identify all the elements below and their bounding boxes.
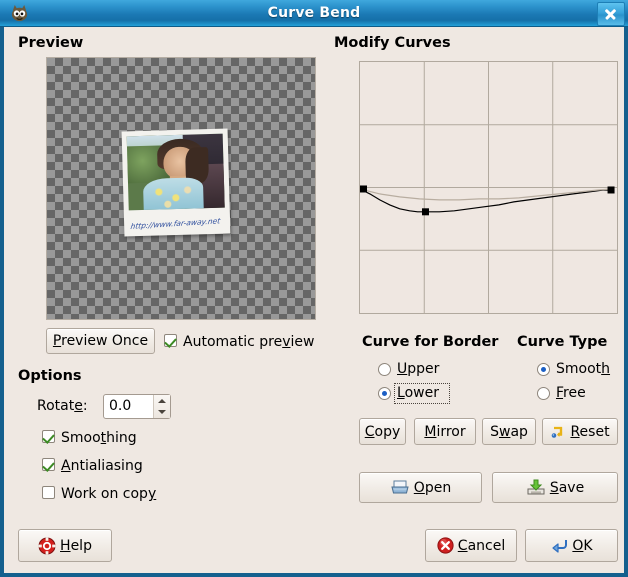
smoothing-label: Smoothing: [61, 430, 137, 446]
reset-icon: [552, 426, 563, 438]
copy-button[interactable]: Copy: [359, 418, 406, 445]
curve-plot[interactable]: [359, 62, 617, 313]
copy-label: Copy: [364, 423, 401, 440]
curve-bend-dialog: Curve Bend Preview http://www.far-away.n…: [0, 0, 628, 577]
preview-once-label: Preview Once: [52, 333, 149, 349]
chevron-up-icon[interactable]: [158, 398, 166, 403]
radio-free-label: Free: [556, 385, 586, 401]
reset-button[interactable]: Reset: [542, 418, 618, 445]
swap-button[interactable]: Swap: [482, 418, 536, 445]
open-label: Open: [413, 479, 452, 496]
options-section-title: Options: [18, 368, 82, 384]
photo-caption: http://www.far-away.net: [129, 216, 221, 231]
curve-control-point: [607, 186, 615, 194]
preview-canvas[interactable]: http://www.far-away.net: [46, 57, 316, 320]
help-label: Help: [60, 537, 92, 554]
titlebar: Curve Bend: [0, 0, 628, 27]
preview-section-title: Preview: [18, 35, 84, 51]
automatic-preview-checkbox[interactable]: [164, 334, 177, 347]
curves-section-title: Modify Curves: [334, 35, 451, 51]
cancel-x-icon: [437, 537, 454, 554]
curve-type-title: Curve Type: [517, 334, 608, 350]
smoothing-checkbox[interactable]: [42, 430, 55, 443]
mirror-button[interactable]: Mirror: [414, 418, 476, 445]
radio-smooth-label: Smooth: [556, 361, 611, 377]
curve-control-point: [360, 185, 367, 193]
reset-label: Reset: [570, 423, 610, 440]
lifebuoy-icon: [38, 537, 56, 554]
help-button[interactable]: Help: [18, 529, 112, 562]
work-on-copy-label: Work on copy: [61, 486, 157, 502]
work-on-copy-checkbox[interactable]: [42, 486, 55, 499]
ok-return-icon: [552, 539, 568, 553]
save-button[interactable]: Save: [492, 472, 618, 503]
cancel-button[interactable]: Cancel: [425, 529, 517, 562]
radio-free[interactable]: [537, 387, 550, 400]
curve-control-point: [421, 208, 429, 216]
save-label: Save: [549, 479, 585, 496]
polaroid-photo: http://www.far-away.net: [121, 128, 231, 237]
radio-smooth[interactable]: [537, 363, 550, 376]
antialiasing-label: Antialiasing: [61, 458, 143, 474]
save-disk-icon: [527, 479, 545, 495]
radio-lower-label: Lower: [397, 385, 439, 401]
rotate-spinner[interactable]: 0.0: [103, 394, 171, 419]
preview-once-button[interactable]: Preview Once: [46, 328, 155, 354]
radio-upper[interactable]: [378, 363, 391, 376]
open-button[interactable]: Open: [359, 472, 482, 503]
swap-label: Swap: [490, 423, 528, 440]
photo-image: [126, 133, 225, 211]
rotate-input[interactable]: 0.0: [104, 395, 153, 418]
cancel-label: Cancel: [457, 537, 506, 554]
curve-editor[interactable]: [359, 61, 618, 314]
ok-button[interactable]: OK: [525, 529, 618, 562]
rotate-stepper[interactable]: [153, 395, 170, 418]
curve-for-border-title: Curve for Border: [362, 334, 499, 350]
radio-upper-label: Upper: [397, 361, 440, 377]
rotate-label: Rotate:: [37, 398, 88, 414]
mirror-label: Mirror: [424, 423, 466, 440]
ok-label: OK: [572, 537, 593, 554]
open-folder-icon: [391, 480, 409, 494]
close-icon[interactable]: [597, 2, 625, 26]
chevron-down-icon[interactable]: [158, 410, 166, 415]
window-title: Curve Bend: [267, 5, 361, 21]
radio-lower[interactable]: [378, 387, 391, 400]
antialiasing-checkbox[interactable]: [42, 458, 55, 471]
automatic-preview-label: Automatic preview: [183, 334, 315, 350]
